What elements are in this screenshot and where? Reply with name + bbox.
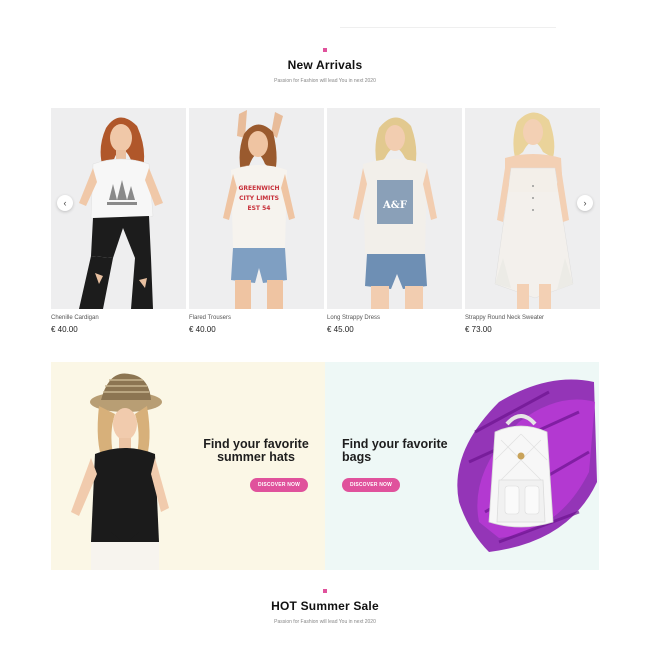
carousel-next-button[interactable]: › xyxy=(577,195,593,211)
hot-sale-subtitle: Passion for Fashion will lead You in nex… xyxy=(274,619,376,625)
chevron-left-icon: ‹ xyxy=(63,198,67,208)
top-divider xyxy=(340,27,556,28)
bags-banner[interactable]: Find your favorite bags DISCOVER NOW xyxy=(325,362,599,570)
hats-banner-title: Find your favorite summer hats xyxy=(196,438,316,464)
backpack-image xyxy=(457,379,597,552)
discover-hats-button[interactable]: DISCOVER NOW xyxy=(250,478,308,492)
svg-text:GREENWICH: GREENWICH xyxy=(238,185,279,192)
svg-text:CITY LIMITS: CITY LIMITS xyxy=(239,195,279,202)
product-image[interactable]: GREENWICH CITY LIMITS EST 54 xyxy=(189,108,324,309)
new-arrivals-subtitle: Passion for Fashion will lead You in nex… xyxy=(274,78,376,84)
accent-dot xyxy=(323,48,327,52)
accent-dot xyxy=(323,589,327,593)
hot-sale-title: HOT Summer Sale xyxy=(271,599,379,613)
product-image[interactable]: A&F xyxy=(327,108,462,309)
hat-model-image xyxy=(71,373,169,570)
product-card[interactable]: GREENWICH CITY LIMITS EST 54 Flared Trou… xyxy=(189,108,324,334)
promo-banners: Find your favorite summer hats DISCOVER … xyxy=(51,362,599,570)
product-price: € 73.00 xyxy=(465,325,492,334)
carousel-prev-button[interactable]: ‹ xyxy=(57,195,73,211)
product-price: € 45.00 xyxy=(327,325,354,334)
hot-sale-header: HOT Summer Sale Passion for Fashion will… xyxy=(0,589,650,625)
product-card[interactable]: A&F Long Strappy Dress € 45.00 xyxy=(327,108,462,334)
product-name[interactable]: Chenille Cardigan xyxy=(51,315,186,321)
product-carousel: Chenille Cardigan € 40.00 GREENWICH CITY… xyxy=(51,108,600,338)
new-arrivals-header: New Arrivals Passion for Fashion will le… xyxy=(0,48,650,84)
product-name[interactable]: Strappy Round Neck Sweater xyxy=(465,315,600,321)
bags-title-line2: bags xyxy=(342,450,372,464)
product-name[interactable]: Flared Trousers xyxy=(189,315,324,321)
product-card[interactable]: Chenille Cardigan € 40.00 xyxy=(51,108,186,334)
svg-text:A&F: A&F xyxy=(382,200,407,211)
new-arrivals-title: New Arrivals xyxy=(287,58,363,72)
product-card[interactable]: Strappy Round Neck Sweater € 73.00 xyxy=(465,108,600,334)
product-name[interactable]: Long Strappy Dress xyxy=(327,315,462,321)
chevron-right-icon: › xyxy=(583,198,587,208)
hats-title-line2: summer hats xyxy=(217,450,295,464)
product-price: € 40.00 xyxy=(189,325,216,334)
af-print: A&F xyxy=(377,180,413,224)
discover-bags-button[interactable]: DISCOVER NOW xyxy=(342,478,400,492)
product-image[interactable] xyxy=(51,108,186,309)
svg-text:EST 54: EST 54 xyxy=(248,205,271,212)
product-price: € 40.00 xyxy=(51,325,78,334)
bags-banner-title: Find your favorite bags xyxy=(342,438,462,464)
hats-banner[interactable]: Find your favorite summer hats DISCOVER … xyxy=(51,362,325,570)
